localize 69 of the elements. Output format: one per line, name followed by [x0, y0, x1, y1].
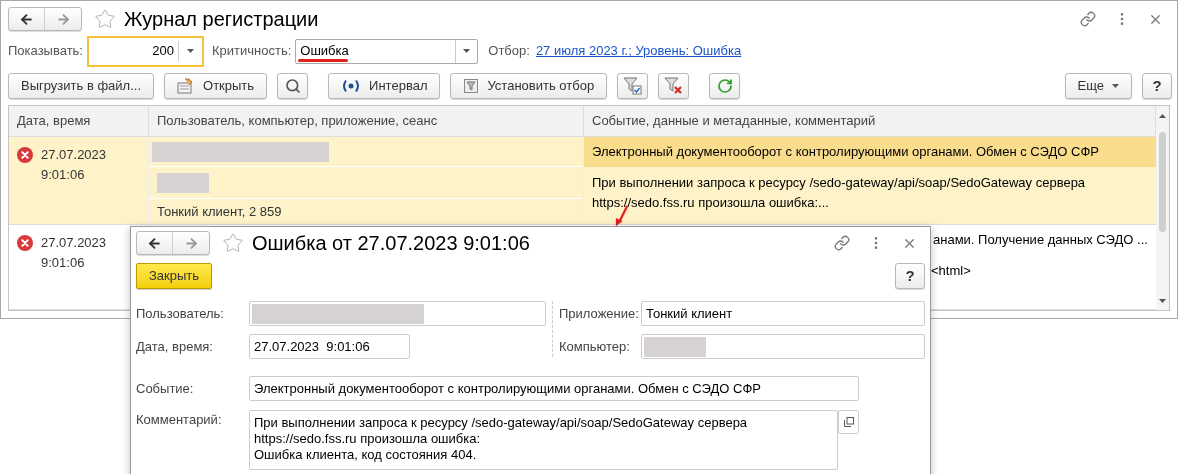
scroll-thumb[interactable] [1159, 132, 1166, 232]
close-button[interactable]: Закрыть [136, 263, 213, 289]
filter-clear-icon [663, 77, 684, 95]
criticality-field[interactable]: Ошибка [295, 38, 479, 64]
log-row[interactable] [9, 137, 1156, 225]
toolbar-icon-button[interactable] [709, 73, 741, 99]
star-icon[interactable] [94, 8, 116, 30]
show-label: Показывать: [8, 42, 83, 61]
column-header[interactable]: Пользователь, компьютер, приложение, сеанс [149, 106, 584, 136]
user-label: Пользователь: [136, 304, 225, 323]
toolbar-icon-button[interactable] [277, 73, 309, 99]
open-window-icon [843, 417, 854, 427]
selection-link[interactable]: 27 июля 2023 г.; Уровень: Ошибка [535, 41, 742, 61]
refresh-icon [716, 78, 733, 94]
link-icon[interactable] [834, 235, 850, 251]
caret-icon [1112, 84, 1119, 88]
toolbar-button[interactable]: Установить отбор [450, 73, 608, 99]
filter-settings-icon [463, 78, 480, 94]
help-button[interactable]: ? [895, 263, 925, 289]
error-icon [17, 147, 33, 163]
datetime-label: Дата, время: [136, 337, 214, 356]
link-icon[interactable] [1080, 11, 1096, 27]
event-text: анами. Получение данных СЭДО ... [933, 231, 1148, 250]
toolbar-button[interactable]: Интервал [328, 73, 441, 99]
event-label: Событие: [136, 379, 195, 398]
time-text: 9:01:06 [41, 165, 86, 184]
time-text: 9:01:06 [41, 253, 86, 272]
toolbar-button[interactable]: Открыть [164, 73, 268, 99]
dialog-title: Ошибка от 27.07.2023 9:01:06 [252, 231, 530, 256]
help-button[interactable]: ? [1142, 73, 1172, 99]
column-header[interactable]: Дата, время [9, 106, 149, 136]
criticality-label: Критичность: [212, 42, 292, 61]
scroll-up-icon [1159, 114, 1166, 118]
application-text: Тонкий клиент, 2 859 [157, 202, 282, 221]
error-icon [17, 235, 33, 251]
annotation-underline [298, 59, 349, 63]
filter-check-icon [622, 77, 643, 95]
toolbar-icon-button[interactable] [617, 73, 649, 99]
selection-label: Отбор: [488, 42, 530, 61]
event-text: Электронный документооборот с контролирующими органами. Обмен с СЭДО СФР [592, 143, 1099, 162]
more-button[interactable]: Еще [1064, 73, 1132, 99]
date-text: 27.07.2023 [41, 234, 107, 252]
comment-text: <html> [931, 263, 971, 278]
open-window-button[interactable] [838, 410, 859, 434]
scroll-down-icon [1159, 299, 1166, 303]
window-title: Журнал регистрации [124, 7, 319, 32]
toolbar-icon-button[interactable] [658, 73, 690, 99]
caret-icon [187, 49, 194, 53]
date-text: 27.07.2023 [41, 146, 107, 164]
comment-line: При выполнении запроса к ресурсу /sedo-gateway/api/soap/SedoGateway сервера [254, 415, 749, 431]
star-icon[interactable] [222, 232, 244, 254]
left-arrow-icon [19, 11, 34, 27]
toolbar-button[interactable]: Выгрузить в файл... [8, 73, 155, 99]
search-icon [284, 78, 301, 94]
show-count-field[interactable]: 200 [87, 35, 204, 67]
right-arrow-icon [183, 235, 199, 251]
event-field: Электронный документооборот с контролирующими органами. Обмен с СЭДО СФР [249, 376, 859, 401]
redacted-block [157, 172, 209, 193]
comment-label: Комментарий: [136, 411, 223, 429]
comment-line: https://sedo.fss.ru произошла ошибка: [254, 431, 482, 447]
computer-label: Компьютер: [559, 337, 631, 356]
interval-icon [341, 79, 362, 93]
comment-line: Ошибка клиента, код состояния 404. [254, 447, 478, 463]
application-label: Приложение: [559, 304, 640, 323]
scrollbar[interactable] [1156, 106, 1169, 310]
caret-icon [463, 49, 471, 53]
comment-text: При выполнении запроса к ресурсу /sedo-gateway/api/soap/SedoGateway сервера https://sedo.fss.ru произошла ошибка:... [592, 175, 1086, 210]
application-field: Тонкий клиент [641, 301, 925, 326]
datetime-field: 27.07.2023 9:01:06 [249, 334, 410, 359]
